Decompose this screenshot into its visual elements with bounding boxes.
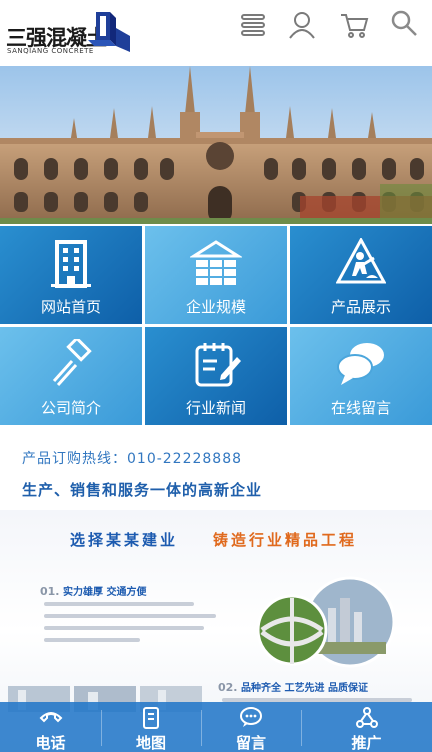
bottom-nav-share[interactable]: 推广 (301, 702, 432, 752)
tile-message-label: 在线留言 (330, 399, 391, 417)
feature-1-text: 实力雄厚 交通方便 (62, 587, 147, 598)
feature-2-title: 02. 品种齐全 工艺先进 品质保证 (218, 679, 368, 694)
tile-news[interactable]: 行业新闻 (145, 327, 287, 425)
worker-icon (336, 238, 386, 284)
chat-icon (337, 343, 384, 385)
tile-products[interactable]: 产品展示 (290, 226, 432, 324)
phone-icon (39, 712, 62, 723)
search-icon[interactable] (389, 8, 419, 38)
share-icon (355, 707, 378, 728)
tile-about[interactable]: 公司简介 (0, 327, 142, 425)
map-icon (143, 707, 159, 729)
hotline-section: 产品订购热线：010-22228888 生产、销售和服务一体的高新企业 (0, 436, 432, 504)
message-icon (240, 707, 262, 727)
bottom-nav-phone[interactable]: 电话 (0, 702, 101, 752)
feature-2-number: 02. (218, 681, 238, 694)
text-line (44, 614, 216, 618)
feature-2-text: 品种齐全 工艺先进 品质保证 (240, 683, 368, 694)
bottom-nav-share-label: 推广 (351, 734, 382, 752)
project-photos (256, 576, 394, 668)
hammer-icon (52, 339, 92, 387)
slogan-left: 选择某某建业 (70, 531, 179, 549)
notepad-icon (195, 343, 241, 387)
tile-scale-label: 企业规模 (185, 298, 246, 316)
bottom-nav-message-label: 留言 (235, 734, 266, 752)
text-line (44, 626, 204, 630)
tile-home[interactable]: 网站首页 (0, 226, 142, 324)
tile-home-label: 网站首页 (40, 298, 101, 316)
bottom-nav-map-label: 地图 (135, 734, 166, 752)
order-hotline[interactable]: 产品订购热线：010-22228888 (22, 448, 242, 468)
slogan-right: 铸造行业精品工程 (213, 531, 358, 549)
building-icon (51, 240, 91, 288)
warehouse-icon (190, 240, 242, 285)
tile-about-label: 公司简介 (40, 399, 101, 417)
nav-tiles: 网站首页 企业规模 产品展示 公司简介 行业新闻 在线留言 (0, 226, 432, 426)
bottom-nav-phone-label: 电话 (35, 734, 66, 752)
logo-mark-icon (88, 12, 130, 52)
hero-banner (0, 66, 432, 224)
tile-message[interactable]: 在线留言 (290, 327, 432, 425)
college-building-image (0, 66, 432, 224)
text-line (44, 602, 194, 606)
user-icon[interactable] (287, 10, 317, 40)
company-tagline: 生产、销售和服务一体的高新企业 (22, 481, 263, 499)
feature-1-title: 01. 实力雄厚 交通方便 (40, 583, 146, 598)
cart-icon[interactable] (339, 10, 369, 40)
text-line (44, 638, 140, 642)
bottom-nav-message[interactable]: 留言 (201, 702, 301, 752)
site-header: 三强混凝土 SANQIANG CONCRETE (0, 0, 432, 66)
tile-news-label: 行业新闻 (185, 399, 246, 417)
feature-1-number: 01. (40, 585, 60, 598)
logo[interactable]: 三强混凝土 SANQIANG CONCRETE (4, 8, 132, 60)
bottom-nav-map[interactable]: 地图 (101, 702, 201, 752)
tile-scale[interactable]: 企业规模 (145, 226, 287, 324)
tile-products-label: 产品展示 (330, 298, 391, 316)
logo-subtitle: SANQIANG CONCRETE (7, 47, 94, 55)
bottom-nav: 电话 地图 留言 推广 (0, 702, 432, 752)
menu-icon[interactable] (238, 10, 268, 40)
